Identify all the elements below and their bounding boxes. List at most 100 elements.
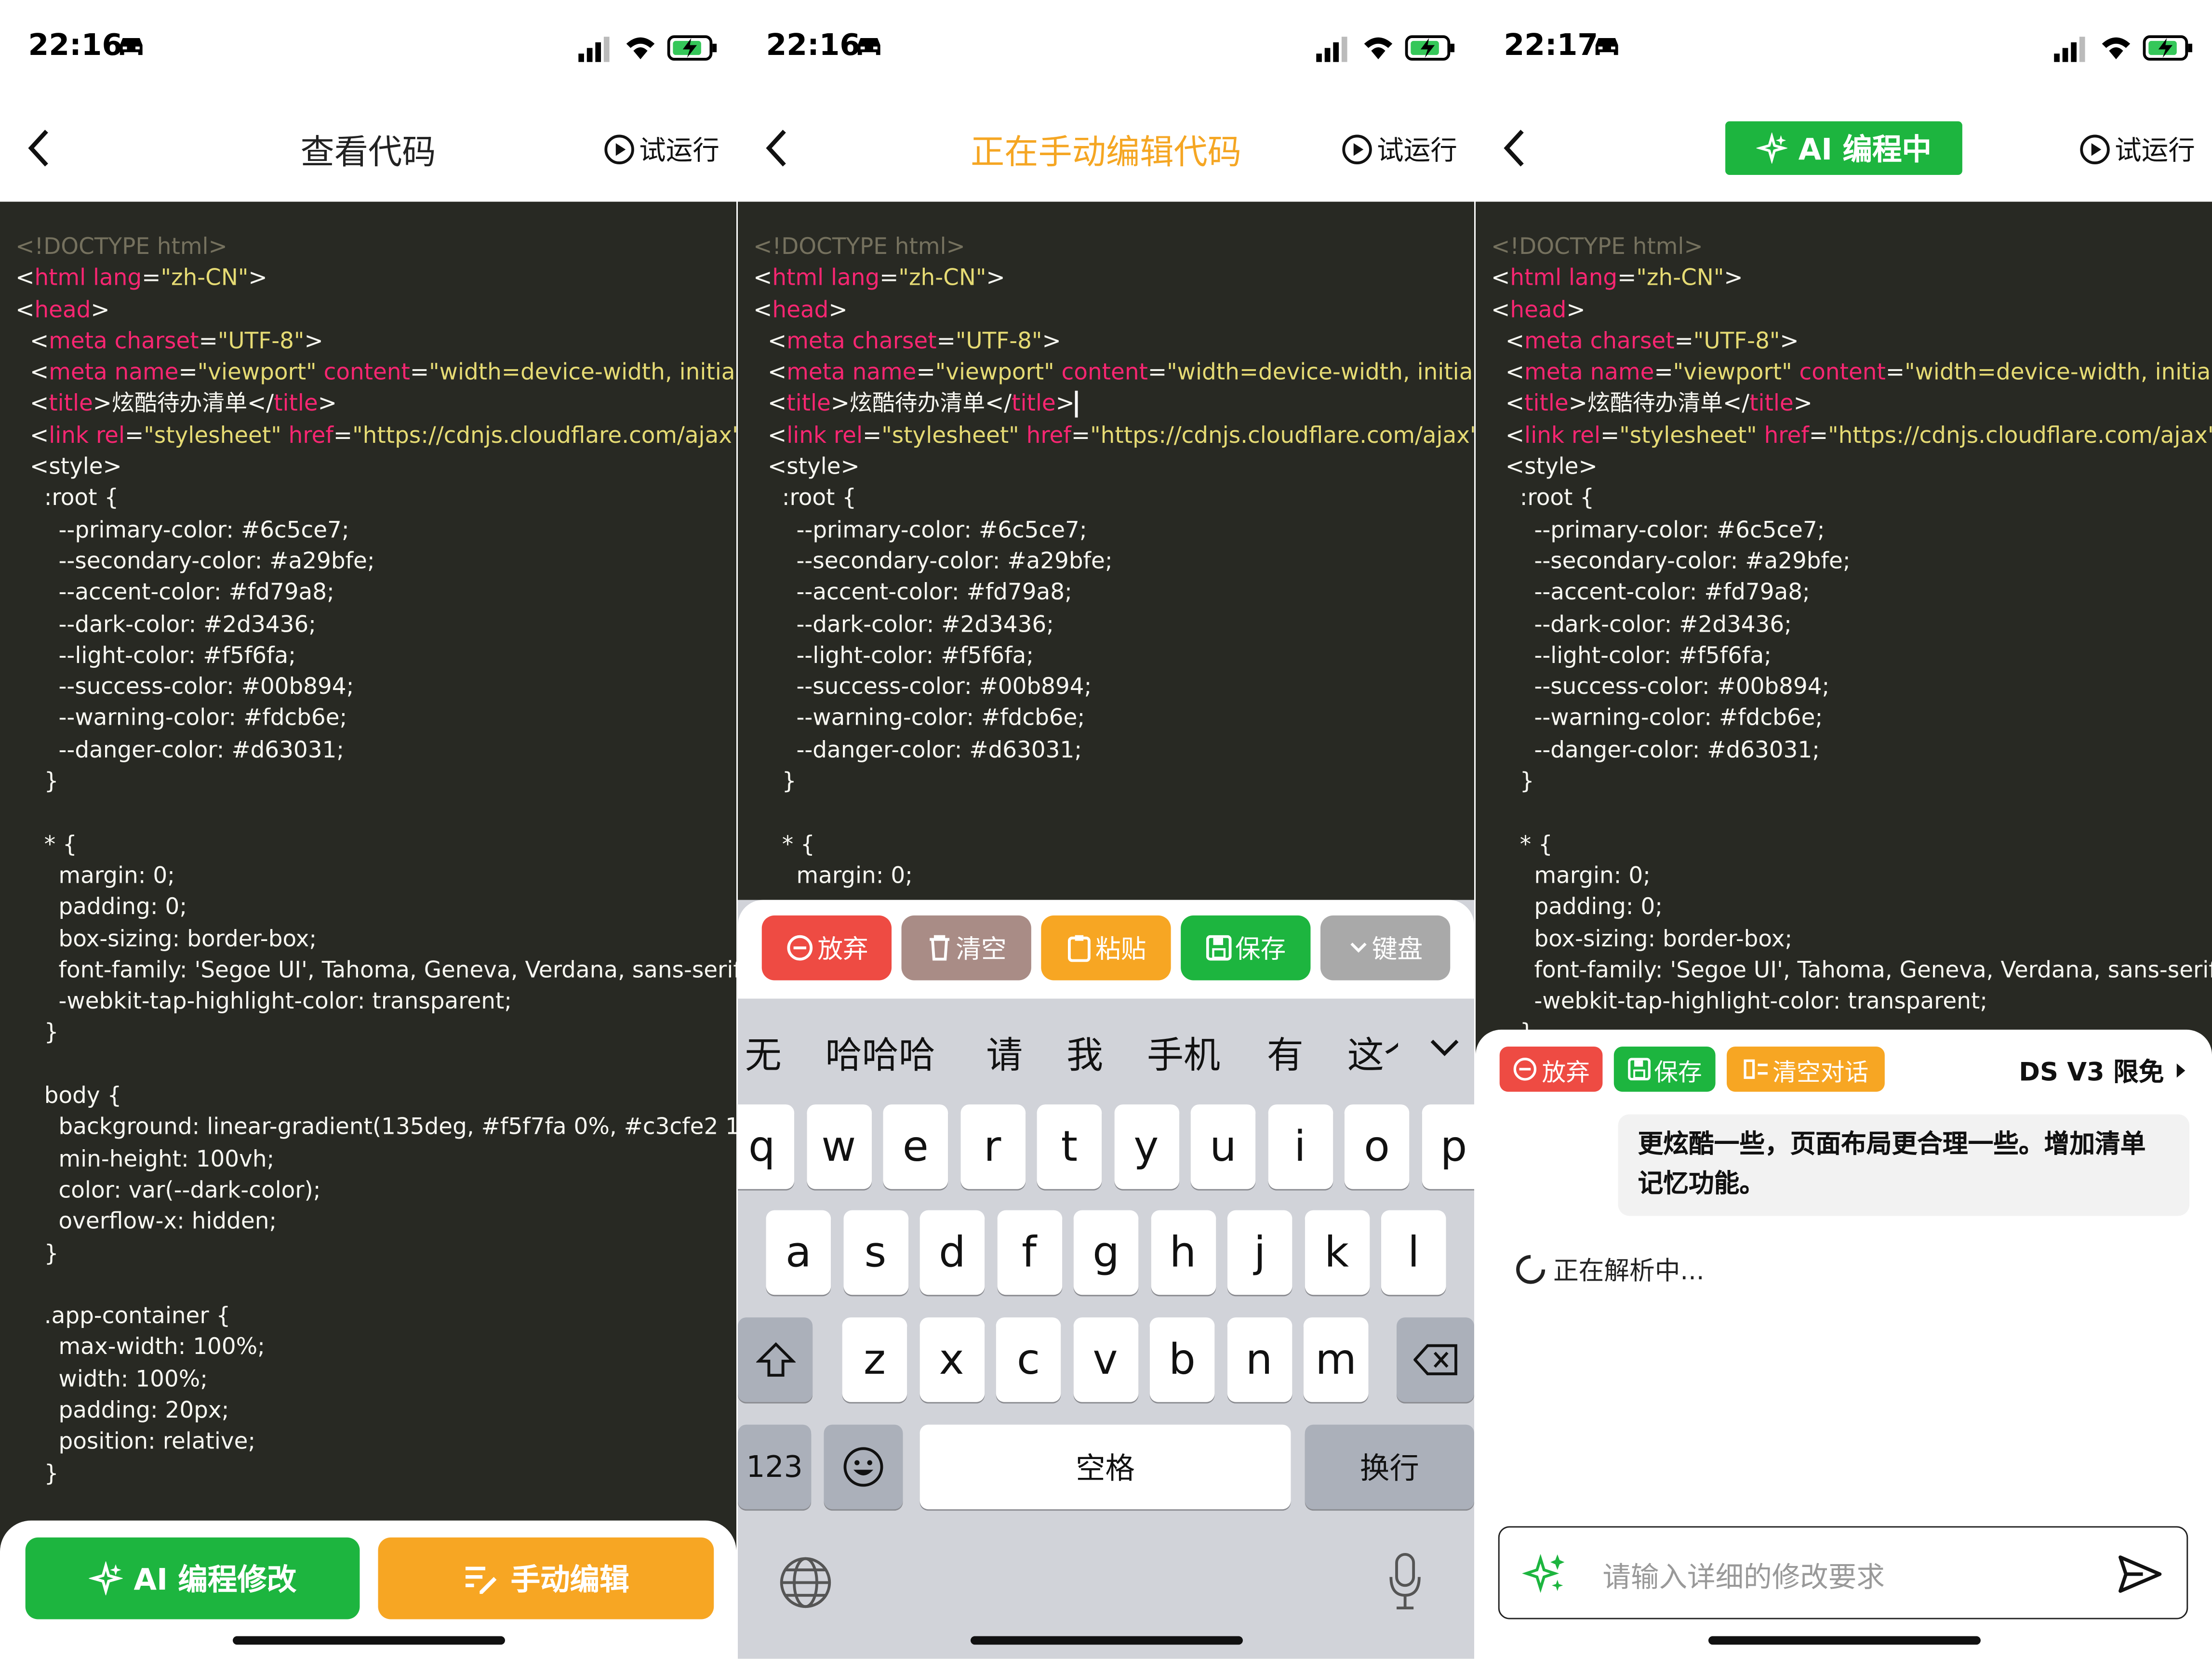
key-s[interactable]: s	[843, 1210, 908, 1295]
code-line: --danger-color: #d63031;	[753, 734, 1474, 766]
candidate[interactable]: 有	[1267, 1027, 1304, 1079]
candidate[interactable]: 这个	[1347, 1027, 1398, 1079]
code-line: padding: 0;	[15, 892, 736, 923]
run-button[interactable]: 试运行	[604, 130, 720, 168]
microphone-icon[interactable]	[1387, 1552, 1424, 1611]
key-w[interactable]: w	[806, 1104, 871, 1189]
key-i[interactable]: i	[1267, 1104, 1333, 1189]
back-button[interactable]	[1501, 127, 1530, 169]
delete-key[interactable]	[1397, 1317, 1475, 1402]
save-icon	[1627, 1058, 1650, 1081]
ai-edit-button[interactable]: AI 编程修改	[25, 1537, 360, 1619]
candidate[interactable]: 请	[986, 1027, 1023, 1079]
key-l[interactable]: l	[1381, 1210, 1446, 1295]
run-button[interactable]: 试运行	[1342, 130, 1457, 168]
candidate[interactable]: 无	[745, 1027, 782, 1079]
expand-candidates-icon[interactable]	[1429, 1038, 1460, 1058]
code-line: <meta charset="UTF-8">	[1491, 326, 2212, 357]
cellular-signal-icon	[578, 37, 610, 62]
code-line: * {	[1491, 829, 2212, 860]
prompt-input[interactable]: 请输入详细的修改要求	[1498, 1526, 2188, 1619]
home-indicator	[1708, 1636, 1981, 1645]
key-p[interactable]: p	[1421, 1104, 1475, 1189]
code-line: <title>炫酷待办清单</title>	[1491, 388, 2212, 420]
space-key[interactable]: 空格	[919, 1424, 1291, 1510]
discard-button[interactable]: 放弃	[761, 915, 892, 981]
key-n[interactable]: n	[1226, 1317, 1292, 1402]
globe-icon[interactable]	[779, 1556, 832, 1609]
code-token: margin: 0;	[15, 862, 175, 889]
code-token: title	[1012, 390, 1056, 417]
battery-charging-icon	[1405, 35, 1455, 61]
code-token: "viewport"	[197, 358, 317, 385]
code-line: position: relative;	[15, 1426, 736, 1458]
hide-keyboard-button[interactable]: 键盘	[1320, 915, 1451, 981]
key-y[interactable]: y	[1114, 1104, 1179, 1189]
sparkle-icon	[88, 1561, 123, 1595]
code-view[interactable]: <!DOCTYPE html> <html lang="zh-CN"> <head>…	[0, 201, 737, 1659]
manual-edit-button[interactable]: 手动编辑	[378, 1537, 714, 1619]
run-button[interactable]: 试运行	[2079, 130, 2195, 168]
code-line: min-height: 100vh;	[15, 1143, 736, 1175]
key-a[interactable]: a	[766, 1210, 831, 1295]
save-button[interactable]: 保存	[1613, 1047, 1716, 1092]
key-o[interactable]: o	[1344, 1104, 1410, 1189]
candidate[interactable]: 手机	[1147, 1027, 1220, 1079]
return-key[interactable]: 换行	[1305, 1424, 1475, 1510]
edit-lines-icon	[466, 1566, 497, 1594]
key-g[interactable]: g	[1073, 1210, 1139, 1295]
candidate[interactable]: 哈哈哈	[825, 1027, 935, 1079]
code-token: html	[1510, 264, 1562, 291]
code-token: --primary-color: #6c5ce7;	[1491, 516, 1825, 543]
send-icon[interactable]	[2118, 1554, 2163, 1594]
key-e[interactable]: e	[883, 1104, 948, 1189]
model-selector[interactable]: DS V3 限免	[2019, 1052, 2186, 1089]
code-line: <link rel="stylesheet" href="https://cdn…	[753, 420, 1474, 451]
clear-chat-button[interactable]: 清空对话	[1727, 1047, 1885, 1092]
code-line: <html lang="zh-CN">	[1491, 263, 2212, 294]
key-x[interactable]: x	[919, 1317, 984, 1402]
code-line: <link rel="stylesheet" href="https://cdn…	[15, 420, 736, 451]
code-line: --accent-color: #fd79a8;	[1491, 577, 2212, 609]
key-h[interactable]: h	[1150, 1210, 1215, 1295]
candidate[interactable]: 我	[1066, 1027, 1103, 1079]
discard-button[interactable]: 放弃	[1499, 1047, 1603, 1092]
code-token: --warning-color: #fdcb6e;	[1491, 704, 1823, 731]
code-token: box-sizing: border-box;	[1491, 924, 1793, 952]
code-token: meta	[49, 358, 107, 385]
key-v[interactable]: v	[1073, 1317, 1138, 1402]
key-r[interactable]: r	[960, 1104, 1025, 1189]
key-t[interactable]: t	[1037, 1104, 1102, 1189]
emoji-icon	[843, 1447, 883, 1487]
home-indicator	[970, 1636, 1243, 1645]
code-token: min-height: 100vh;	[15, 1144, 275, 1172]
key-b[interactable]: b	[1149, 1317, 1215, 1402]
code-token: >	[1780, 327, 1799, 354]
code-token: --light-color: #f5f6fa;	[753, 641, 1034, 669]
key-q[interactable]: q	[737, 1104, 795, 1189]
code-line: box-sizing: border-box;	[15, 923, 736, 955]
key-c[interactable]: c	[996, 1317, 1061, 1402]
key-d[interactable]: d	[919, 1210, 985, 1295]
code-token: box-sizing: border-box;	[15, 924, 317, 952]
paste-button[interactable]: 粘贴	[1041, 915, 1171, 981]
code-token: * {	[753, 830, 815, 857]
code-token: content	[1054, 358, 1148, 385]
clear-button[interactable]: 清空	[901, 915, 1031, 981]
code-line: <style>	[1491, 451, 2212, 483]
key-z[interactable]: z	[842, 1317, 907, 1402]
emoji-key[interactable]	[824, 1424, 903, 1510]
key-m[interactable]: m	[1303, 1317, 1369, 1402]
numbers-key[interactable]: 123	[737, 1424, 812, 1510]
code-token: "zh-CN"	[898, 264, 986, 291]
shift-key[interactable]	[737, 1317, 813, 1402]
key-f[interactable]: f	[997, 1210, 1062, 1295]
code-token: lang	[1561, 264, 1618, 291]
key-j[interactable]: j	[1227, 1210, 1293, 1295]
code-token: "width=device-width, initial-scale=1.0"	[1167, 358, 1474, 385]
key-u[interactable]: u	[1190, 1104, 1256, 1189]
keyboard-area: 放弃 清空 粘贴 保存 键盘 无 哈哈哈 请 我 手机 有 这个 qwertyu…	[737, 900, 1475, 1659]
save-button[interactable]: 保存	[1181, 915, 1311, 981]
key-k[interactable]: k	[1304, 1210, 1369, 1295]
code-line: <style>	[753, 451, 1474, 483]
